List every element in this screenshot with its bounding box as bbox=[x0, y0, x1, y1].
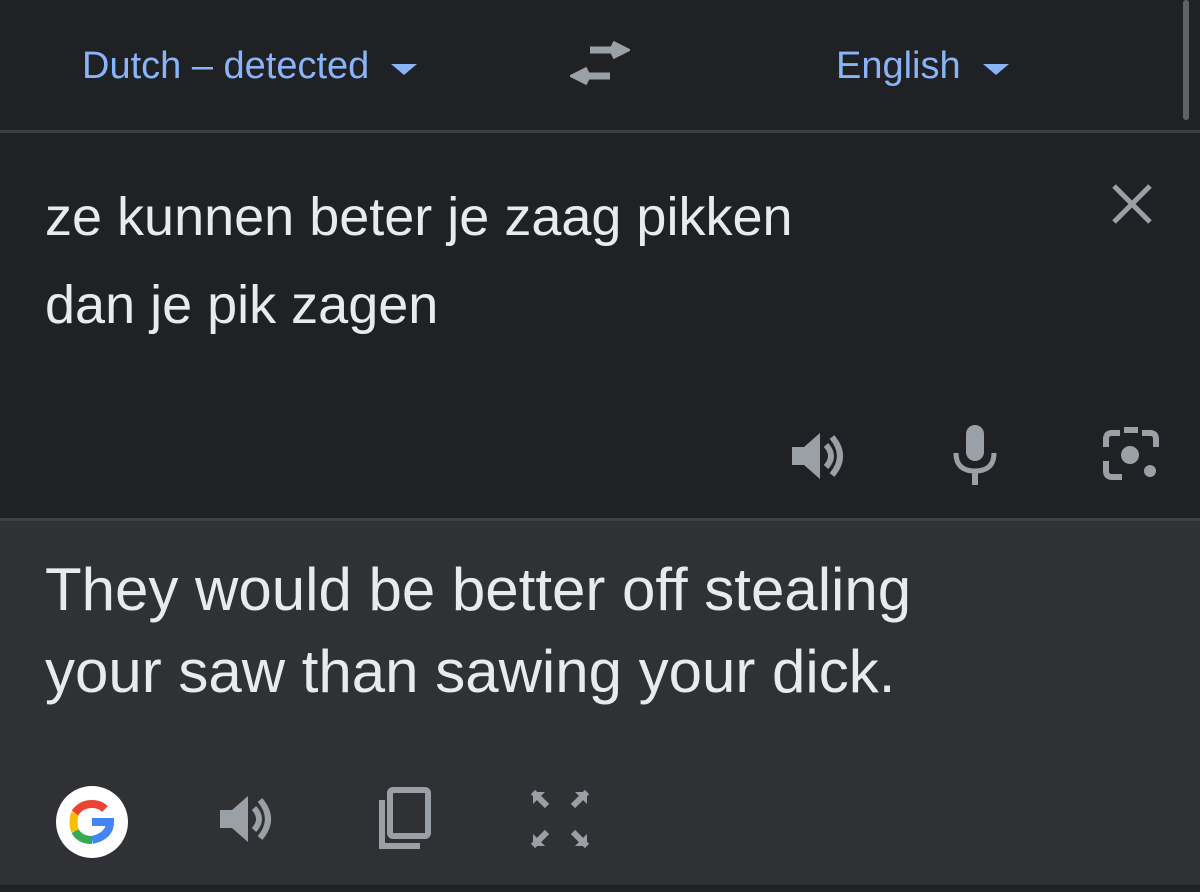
clear-text-button[interactable] bbox=[1108, 180, 1156, 228]
camera-translate-button[interactable] bbox=[1098, 423, 1164, 489]
source-text-line: ze kunnen beter je zaag pikken bbox=[45, 187, 793, 247]
source-language-label: Dutch – detected bbox=[82, 44, 370, 87]
bottom-edge bbox=[0, 885, 1200, 892]
language-bar: Dutch – detected English bbox=[0, 0, 1200, 130]
listen-translation-button[interactable] bbox=[214, 786, 280, 852]
translation-output: They would be better off stealing your s… bbox=[45, 549, 1145, 713]
fullscreen-button[interactable] bbox=[527, 786, 593, 852]
dropdown-arrow-icon bbox=[391, 63, 418, 75]
close-icon bbox=[1112, 184, 1152, 224]
swap-languages-button[interactable] bbox=[568, 40, 632, 90]
microphone-icon bbox=[953, 425, 997, 485]
source-text-input[interactable]: ze kunnen beter je zaag pikken dan je pi… bbox=[45, 173, 1045, 349]
copy-icon bbox=[379, 787, 431, 849]
speaker-icon bbox=[220, 796, 271, 842]
target-language-label: English bbox=[836, 44, 961, 87]
fullscreen-icon bbox=[530, 789, 590, 849]
translation-text-line: your saw than sawing your dick. bbox=[45, 638, 896, 705]
translation-panel: They would be better off stealing your s… bbox=[0, 521, 1200, 892]
translation-text-line: They would be better off stealing bbox=[45, 556, 912, 623]
translate-app: Dutch – detected English ze kunnen beter… bbox=[0, 0, 1200, 892]
source-text-line: dan je pik zagen bbox=[45, 275, 439, 335]
dropdown-arrow-icon bbox=[982, 63, 1009, 75]
voice-input-button[interactable] bbox=[942, 423, 1008, 489]
target-language-selector[interactable]: English bbox=[836, 40, 1009, 92]
google-search-button[interactable] bbox=[56, 786, 128, 858]
source-language-selector[interactable]: Dutch – detected bbox=[82, 40, 418, 92]
swap-languages-icon bbox=[568, 40, 632, 86]
camera-lens-icon bbox=[1103, 427, 1159, 480]
speaker-icon bbox=[792, 433, 843, 479]
source-panel[interactable]: ze kunnen beter je zaag pikken dan je pi… bbox=[0, 133, 1200, 518]
copy-translation-button[interactable] bbox=[370, 786, 436, 852]
scrollbar[interactable] bbox=[1183, 0, 1189, 120]
listen-source-button[interactable] bbox=[786, 423, 852, 489]
google-logo-icon bbox=[69, 799, 115, 844]
